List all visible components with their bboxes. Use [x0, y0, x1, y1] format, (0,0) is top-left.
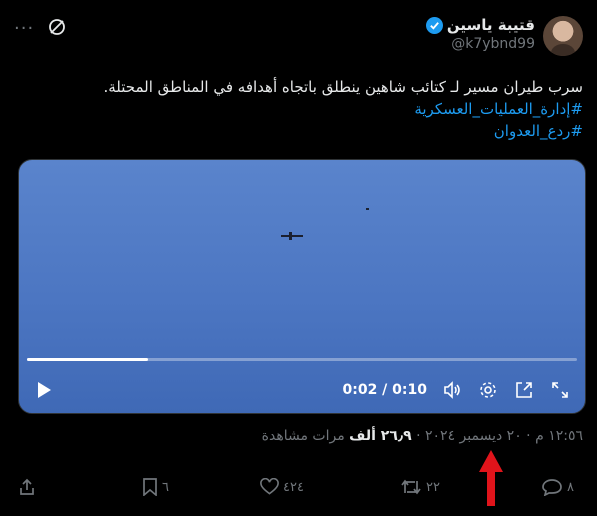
- tweet-actions: ٦ ٤٢٤ ٢٢ ٨: [18, 478, 583, 504]
- video-time: 0:02 / 0:10: [342, 382, 427, 398]
- views-label: مرات مشاهدة: [261, 428, 345, 444]
- settings-gear-icon[interactable]: [477, 379, 499, 401]
- repost-icon: [401, 479, 421, 495]
- more-options-icon[interactable]: ···: [14, 20, 34, 38]
- repost-count: ٢٢: [426, 479, 440, 495]
- distant-drone: [366, 208, 369, 210]
- avatar[interactable]: [543, 16, 583, 56]
- fullscreen-icon[interactable]: [549, 379, 571, 401]
- grok-icon[interactable]: [48, 18, 66, 40]
- reply-button[interactable]: ٨: [542, 478, 574, 496]
- hashtag-link[interactable]: #ردع_العدوان: [20, 120, 583, 142]
- video-controls: 0:02 / 0:10: [33, 376, 571, 404]
- tweet-meta: ١٢:٥٦ م · ٢٠ ديسمبر ٢٠٢٤ · ٢٦٫٩ ألف مرات…: [262, 428, 583, 444]
- display-name-row[interactable]: قتيبة ياسين: [425, 16, 535, 34]
- share-button[interactable]: [18, 478, 36, 496]
- bookmark-count: ٦: [162, 479, 169, 495]
- share-icon: [20, 478, 34, 495]
- verified-badge-icon: [425, 16, 443, 34]
- user-info: قتيبة ياسين @k7ybnd99: [425, 16, 535, 52]
- repost-button[interactable]: ٢٢: [400, 478, 440, 496]
- video-player[interactable]: 0:02 / 0:10: [18, 159, 586, 414]
- drone-in-sky: [281, 232, 303, 240]
- meta-separator: ·: [416, 428, 421, 444]
- reply-icon: [542, 479, 562, 496]
- heart-icon: [260, 478, 279, 495]
- like-count: ٤٢٤: [283, 479, 304, 495]
- tweet-text: سرب طيران مسير لـ كتائب شاهين ينطلق باتج…: [20, 76, 583, 142]
- volume-icon[interactable]: [441, 379, 463, 401]
- pop-out-icon[interactable]: [513, 379, 535, 401]
- video-progress-fill[interactable]: [27, 358, 148, 361]
- bookmark-button[interactable]: ٦: [142, 478, 169, 496]
- user-handle[interactable]: @k7ybnd99: [426, 36, 535, 52]
- views-count: ٢٦٫٩ ألف: [349, 428, 412, 444]
- play-icon[interactable]: [33, 379, 55, 401]
- tweet-date[interactable]: ٢٠ ديسمبر ٢٠٢٤: [425, 428, 522, 444]
- like-button[interactable]: ٤٢٤: [260, 478, 304, 496]
- meta-separator: ·: [526, 428, 531, 444]
- top-left-icons: ···: [14, 18, 66, 40]
- bookmark-icon: [143, 478, 157, 496]
- hashtag-link[interactable]: #إدارة_العمليات_العسكرية: [20, 98, 583, 120]
- display-name[interactable]: قتيبة ياسين: [447, 16, 535, 34]
- reply-count: ٨: [567, 479, 574, 495]
- tweet-time[interactable]: ١٢:٥٦ م: [535, 428, 583, 444]
- tweet-body: سرب طيران مسير لـ كتائب شاهين ينطلق باتج…: [103, 78, 583, 96]
